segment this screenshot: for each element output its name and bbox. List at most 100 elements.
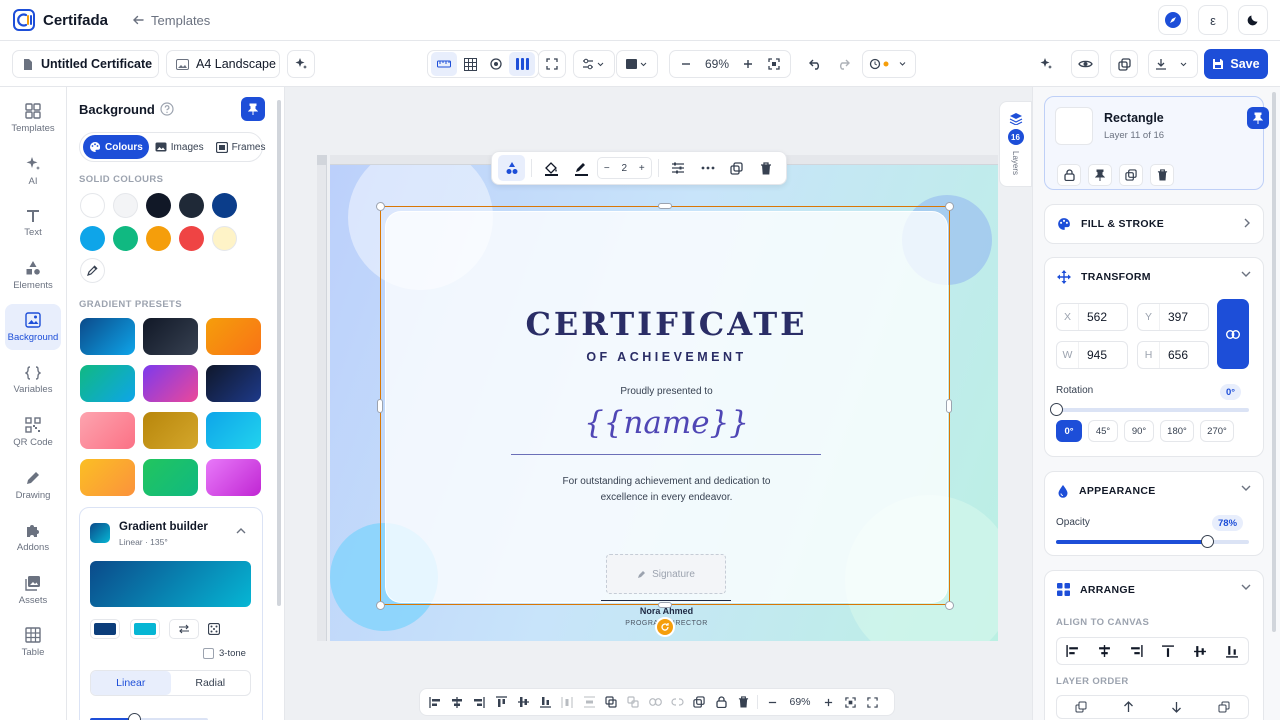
colour-swatch[interactable] bbox=[80, 226, 105, 251]
send-to-back-button[interactable] bbox=[1200, 696, 1248, 718]
x-position-field[interactable]: X 562 bbox=[1056, 303, 1128, 331]
right-panel-scrollbar[interactable] bbox=[1272, 92, 1276, 632]
lock-aspect-ratio-button[interactable] bbox=[1217, 299, 1249, 369]
gradient-preset[interactable] bbox=[206, 365, 261, 402]
stroke-width-stepper[interactable]: − 2 + bbox=[596, 157, 652, 179]
colour-swatch[interactable] bbox=[80, 193, 105, 218]
presented-to-text[interactable]: Proudly presented to bbox=[386, 386, 947, 397]
gradient-preset[interactable] bbox=[80, 365, 135, 402]
fill-stroke-section[interactable]: FILL & STROKE bbox=[1044, 204, 1264, 244]
rotation-preset[interactable]: 270° bbox=[1200, 420, 1234, 442]
colour-swatch[interactable] bbox=[179, 226, 204, 251]
ai-magic-button[interactable] bbox=[287, 50, 315, 78]
rail-item-variables[interactable]: Variables bbox=[5, 357, 61, 403]
gradient-preset[interactable] bbox=[143, 318, 198, 355]
gradient-preset[interactable] bbox=[143, 365, 198, 402]
certificate-description[interactable]: For outstanding achievement and dedicati… bbox=[386, 474, 947, 506]
opacity-slider-knob[interactable] bbox=[1200, 535, 1214, 548]
rail-item-qr-code[interactable]: QR Code bbox=[5, 409, 61, 455]
align-center-button[interactable] bbox=[1089, 638, 1121, 664]
rotation-slider-knob[interactable] bbox=[1050, 403, 1063, 416]
gradient-preset[interactable] bbox=[80, 318, 135, 355]
gradient-preset[interactable] bbox=[143, 459, 198, 496]
pin-object-button[interactable] bbox=[1247, 107, 1269, 129]
rail-item-background[interactable]: Background bbox=[5, 304, 61, 350]
chevron-up-icon[interactable] bbox=[236, 527, 246, 534]
unlink-button[interactable] bbox=[666, 691, 688, 713]
tab-frames[interactable]: Frames bbox=[210, 135, 272, 159]
gradient-preset[interactable] bbox=[206, 412, 261, 449]
certificate-subtitle[interactable]: OF ACHIEVEMENT bbox=[386, 350, 947, 364]
compass-button[interactable] bbox=[1158, 5, 1188, 35]
columns-toggle[interactable] bbox=[509, 52, 535, 76]
layout-dropdown[interactable] bbox=[616, 50, 658, 78]
align-top-button[interactable] bbox=[490, 691, 512, 713]
bring-forward-button[interactable] bbox=[1105, 696, 1153, 718]
fullscreen-button[interactable] bbox=[538, 50, 566, 78]
zoom-out-button[interactable] bbox=[761, 691, 783, 713]
group-button[interactable] bbox=[600, 691, 622, 713]
export-dropdown[interactable] bbox=[1148, 50, 1198, 78]
delete-object-button[interactable] bbox=[1150, 164, 1174, 186]
lock-object-button[interactable] bbox=[1057, 164, 1081, 186]
pin-panel-button[interactable] bbox=[241, 97, 265, 121]
resize-handle-e[interactable] bbox=[946, 399, 952, 413]
bring-to-front-button[interactable] bbox=[1057, 696, 1105, 718]
distribute-vertical-button[interactable] bbox=[578, 691, 600, 713]
locale-button[interactable]: ε bbox=[1198, 5, 1228, 35]
resize-handle-w[interactable] bbox=[377, 399, 383, 413]
colour-swatch[interactable] bbox=[179, 193, 204, 218]
app-logo[interactable]: Certifada bbox=[13, 9, 108, 31]
colour-swatch[interactable] bbox=[146, 193, 171, 218]
rail-item-addons[interactable]: Addons bbox=[5, 514, 61, 560]
colour-swatch[interactable] bbox=[113, 193, 138, 218]
rotation-preset[interactable]: 180° bbox=[1160, 420, 1194, 442]
swap-stops-button[interactable] bbox=[169, 619, 199, 639]
colour-swatch[interactable] bbox=[212, 193, 237, 218]
zoom-out-button[interactable] bbox=[673, 52, 699, 76]
fit-to-screen-button[interactable] bbox=[761, 52, 787, 76]
certificate-canvas[interactable]: CERTIFICATE OF ACHIEVEMENT Proudly prese… bbox=[330, 165, 998, 641]
ungroup-button[interactable] bbox=[622, 691, 644, 713]
delete-button[interactable] bbox=[732, 691, 754, 713]
certificate-card[interactable]: CERTIFICATE OF ACHIEVEMENT Proudly prese… bbox=[385, 211, 948, 627]
more-options-button[interactable] bbox=[694, 155, 721, 181]
align-middle-button[interactable] bbox=[1184, 638, 1216, 664]
rotation-preset[interactable]: 90° bbox=[1124, 420, 1154, 442]
help-icon[interactable] bbox=[160, 102, 174, 116]
zoom-in-button[interactable] bbox=[817, 691, 839, 713]
zoom-in-button[interactable] bbox=[735, 52, 761, 76]
rail-item-drawing[interactable]: Drawing bbox=[5, 462, 61, 508]
rail-item-elements[interactable]: Elements bbox=[5, 252, 61, 298]
recipient-name-variable[interactable]: {{name}} bbox=[386, 405, 947, 441]
rotation-preset[interactable]: 45° bbox=[1088, 420, 1118, 442]
send-backward-button[interactable] bbox=[1153, 696, 1201, 718]
rail-item-templates[interactable]: Templates bbox=[5, 95, 61, 141]
link-button[interactable] bbox=[644, 691, 666, 713]
align-center-button[interactable] bbox=[446, 691, 468, 713]
signature-placeholder[interactable]: Signature bbox=[606, 554, 726, 594]
duplicate-page-button[interactable] bbox=[1110, 50, 1138, 78]
signature-line[interactable] bbox=[601, 600, 731, 601]
three-tone-toggle[interactable]: 3-tone bbox=[203, 648, 246, 659]
lock-button[interactable] bbox=[710, 691, 732, 713]
delete-button[interactable] bbox=[753, 155, 780, 181]
plus-icon[interactable]: + bbox=[639, 163, 645, 174]
save-button[interactable]: Save bbox=[1204, 49, 1268, 79]
rail-item-ai[interactable]: AI bbox=[5, 148, 61, 194]
duplicate-object-button[interactable] bbox=[1119, 164, 1143, 186]
gradient-preset[interactable] bbox=[80, 459, 135, 496]
rail-item-assets[interactable]: Assets bbox=[5, 567, 61, 613]
grid-toggle[interactable] bbox=[457, 52, 483, 76]
undo-button[interactable] bbox=[802, 52, 828, 76]
rail-item-text[interactable]: Text bbox=[5, 200, 61, 246]
colour-swatch[interactable] bbox=[212, 226, 237, 251]
distribute-horizontal-button[interactable] bbox=[556, 691, 578, 713]
adjustments-dropdown[interactable] bbox=[573, 50, 615, 78]
ruler-toggle[interactable] bbox=[431, 52, 457, 76]
pin-to-page-button[interactable] bbox=[1088, 164, 1112, 186]
y-position-field[interactable]: Y 397 bbox=[1137, 303, 1209, 331]
rail-item-table[interactable]: Table bbox=[5, 619, 61, 665]
gradient-preset[interactable] bbox=[80, 412, 135, 449]
gradient-stop-b[interactable] bbox=[130, 619, 160, 639]
